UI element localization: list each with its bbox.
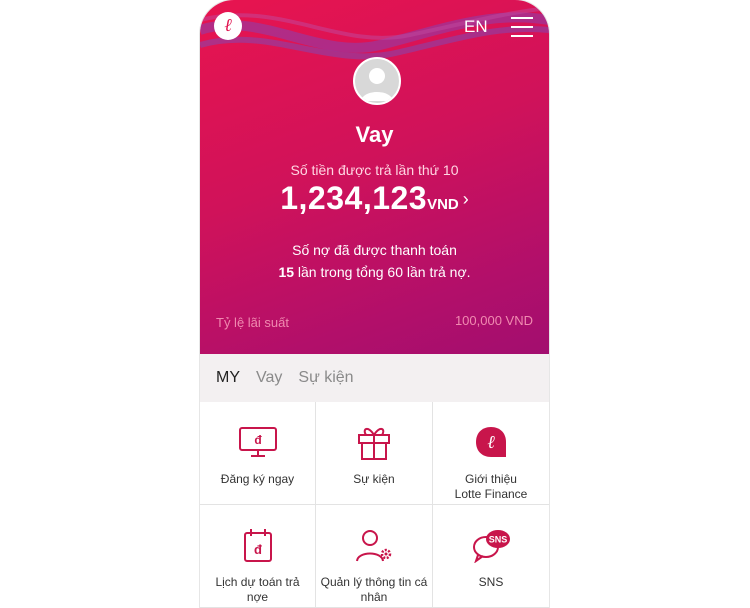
menu-label: Sự kiện [353,472,395,486]
interest-rate-value: 100,000 VND [454,313,533,328]
tab-loan[interactable]: Vay [256,369,282,387]
paid-text-rest: lần trong tổng 60 lần trả nợ. [294,264,471,280]
menu-repayment-schedule[interactable]: đ Lịch dự toán trả nợe [200,505,316,608]
menu-personal-info[interactable]: Quản lý thông tin cá nhân [316,505,433,608]
sns-bubbles-icon: SNS [473,530,510,563]
calendar-dong-icon: đ [243,529,272,562]
sns-badge-text: SNS [489,535,508,545]
paid-text-line1: Số nợ đã được thanh toán [292,242,457,258]
payment-amount[interactable]: 1,234,123VND › [200,180,549,217]
menu-grid: đ Đăng ký ngay Sự kiện ℓ Giới thiệu Lott… [200,402,549,608]
menu-label: Quản lý thông tin cá nhân [320,575,428,604]
paid-count: 15 [278,264,295,280]
gift-icon [358,428,390,460]
interest-rate-label: Tỷ lệ lãi suất [216,315,289,330]
tab-bar: MY Vay Sự kiện [200,354,549,402]
menu-events[interactable]: Sự kiện [316,402,433,505]
lotte-logo[interactable]: ℓ [214,12,242,40]
menu-sns[interactable]: SNS SNS [433,505,549,608]
svg-text:đ: đ [254,433,262,447]
svg-text:ℓ: ℓ [487,432,495,453]
hamburger-menu-icon[interactable] [511,17,533,37]
menu-register-now[interactable]: đ Đăng ký ngay [200,402,316,505]
payment-label: Số tiền được trả lần thứ 10 [290,162,459,178]
phone-screen: ℓ EN Vay Số tiền được trả lần thứ 10 1,2… [200,0,549,608]
amount-value: 1,234,123 [280,180,428,216]
amount-currency: VND [427,196,459,213]
lotte-logo-icon: ℓ [476,427,506,457]
menu-about-lotte[interactable]: ℓ Giới thiệu Lotte Finance [433,402,549,505]
tab-my[interactable]: MY [216,369,240,387]
language-toggle[interactable]: EN [464,17,488,37]
avatar[interactable] [353,57,401,105]
hero-banner: ℓ EN Vay Số tiền được trả lần thứ 10 1,2… [200,0,549,354]
monitor-dong-icon: đ [238,427,277,457]
user-settings-icon [356,530,392,562]
menu-label: Lịch dự toán trả nợe [215,575,300,604]
chevron-right-icon: › [462,189,469,209]
menu-label: Giới thiệu Lotte Finance [454,472,528,501]
paid-text-line2: 15 lần trong tổng 60 lần trả nợ. [200,264,549,280]
user-silhouette-icon [361,68,393,101]
svg-text:đ: đ [254,542,262,557]
tab-events[interactable]: Sự kiện [298,369,353,387]
menu-label: Đăng ký ngay [220,472,295,486]
page-title: Vay [355,122,394,147]
menu-label: SNS [478,575,504,589]
